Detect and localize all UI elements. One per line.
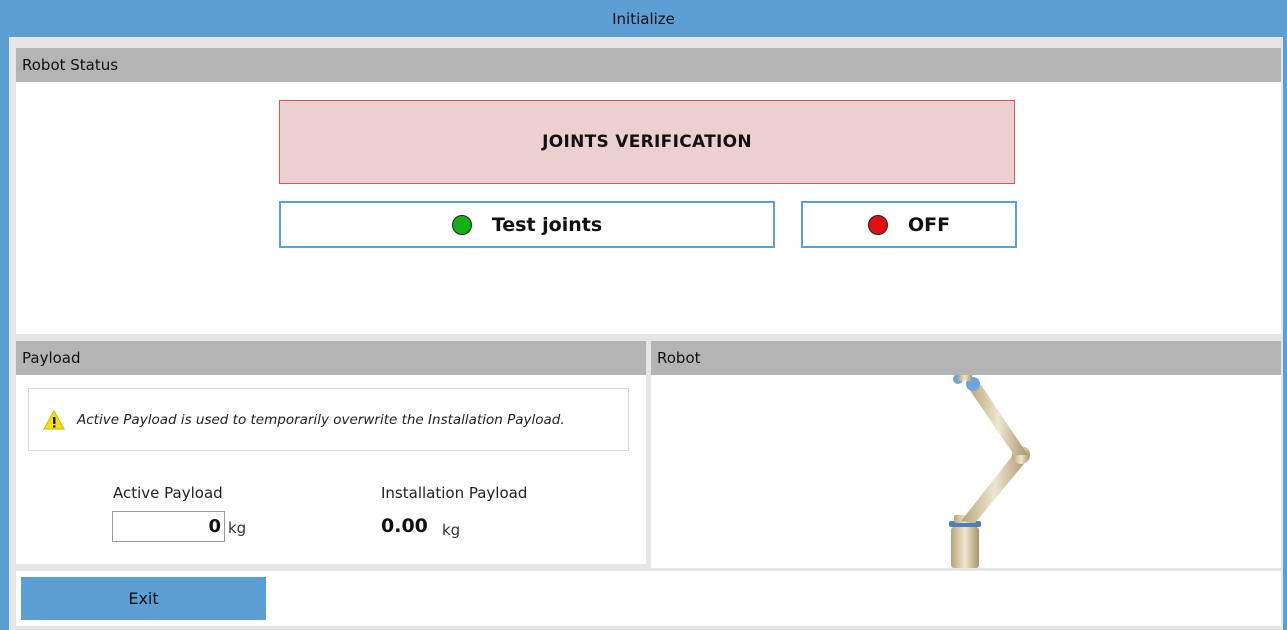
warning-triangle-icon	[43, 409, 65, 429]
window-frame-left	[0, 37, 9, 630]
red-status-dot-icon	[867, 214, 888, 235]
power-off-button[interactable]: OFF	[801, 201, 1017, 248]
power-off-label: OFF	[907, 213, 951, 236]
robot-arm-illustration	[949, 375, 1030, 568]
active-payload-unit: kg	[228, 519, 247, 537]
payload-note-text: Active Payload is used to temporarily ov…	[77, 411, 565, 428]
window-frame-right	[1283, 37, 1287, 630]
payload-header: Payload	[16, 341, 646, 375]
robot-header: Robot	[651, 341, 1281, 375]
active-payload-label: Active Payload	[113, 484, 223, 502]
robot-state-banner: JOINTS VERIFICATION	[279, 100, 1015, 184]
robot-status-header: Robot Status	[16, 48, 1281, 82]
robot-view-panel	[651, 375, 1281, 568]
installation-payload-unit: kg	[442, 521, 461, 539]
window-title: Initialize	[0, 0, 1287, 37]
active-payload-input[interactable]: 0	[112, 511, 225, 542]
installation-payload-value: 0.00	[381, 515, 428, 537]
installation-payload-label: Installation Payload	[381, 484, 528, 502]
test-joints-label: Test joints	[491, 213, 603, 236]
robot-state-label: JOINTS VERIFICATION	[542, 132, 752, 152]
payload-note: Active Payload is used to temporarily ov…	[28, 388, 629, 451]
exit-label: Exit	[128, 589, 159, 608]
green-status-dot-icon	[451, 214, 472, 235]
exit-button[interactable]: Exit	[21, 577, 266, 620]
test-joints-button[interactable]: Test joints	[279, 201, 775, 248]
active-payload-value: 0	[208, 516, 221, 537]
